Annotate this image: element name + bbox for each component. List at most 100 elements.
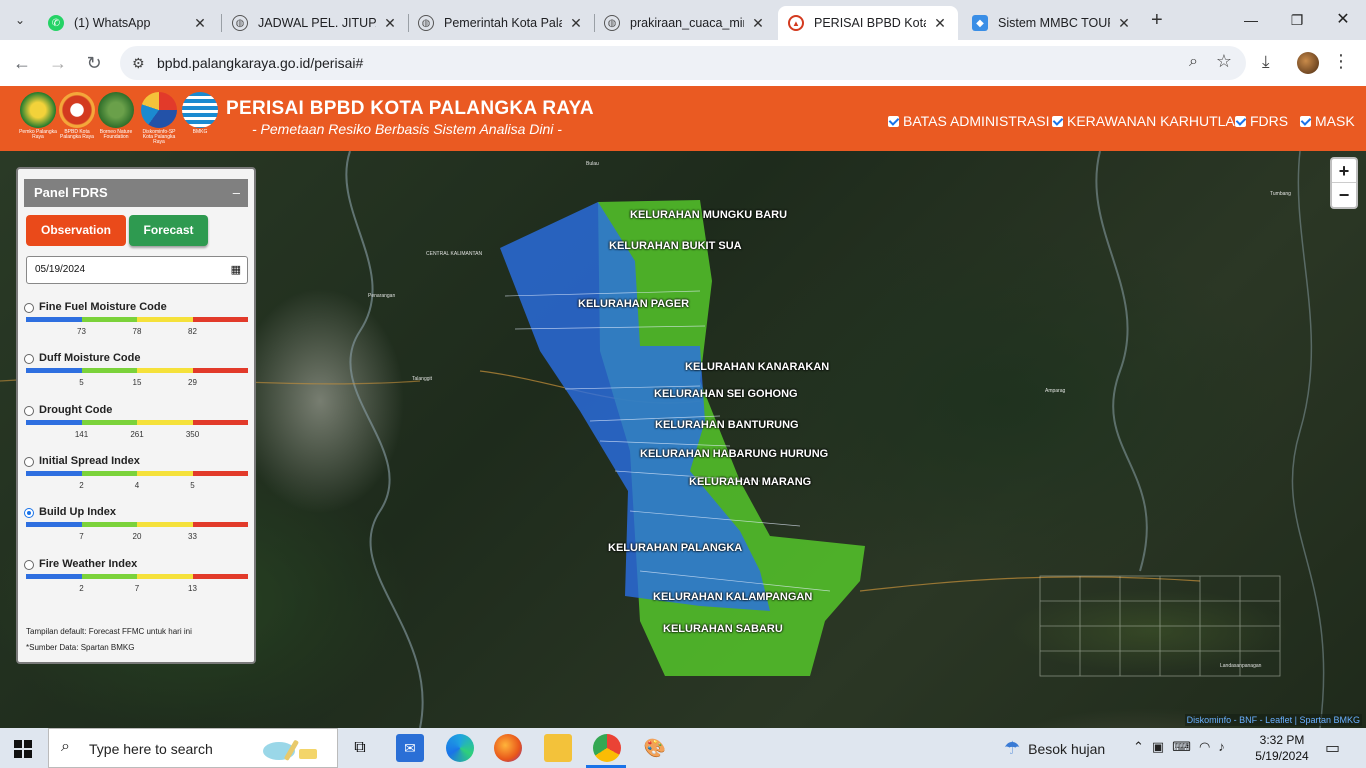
tab-whatsapp[interactable]: ✆ (1) WhatsApp ✕ — [38, 6, 218, 40]
toggle-kerawanan-karhutla[interactable]: KERAWANAN KARHUTLA — [1052, 113, 1235, 129]
windows-start-icon[interactable] — [14, 740, 32, 758]
close-tab-icon[interactable]: ✕ — [568, 15, 584, 32]
zoom-out-button[interactable]: − — [1332, 183, 1356, 207]
toggle-mask[interactable]: MASK — [1300, 113, 1355, 129]
index-name: Drought Code — [39, 403, 113, 416]
observation-button[interactable]: Observation — [26, 215, 126, 246]
whatsapp-icon: ✆ — [48, 15, 64, 31]
index-radio[interactable] — [24, 303, 34, 313]
meet-now-icon[interactable]: ▣ — [1152, 739, 1172, 754]
tab-sistem-mmbc[interactable]: ◆ Sistem MMBC TOUR ✕ — [962, 6, 1142, 40]
threshold-value: 2 — [79, 583, 84, 593]
collapse-button[interactable]: – — [233, 179, 240, 207]
minimize-icon[interactable]: — — [1228, 6, 1274, 34]
index-radio[interactable] — [24, 456, 34, 467]
checkbox[interactable] — [1052, 115, 1063, 127]
tab-pemerintah-kota[interactable]: ◍ Pemerintah Kota Pala ✕ — [408, 6, 594, 40]
bpbd-icon: ▲ — [788, 15, 804, 31]
site-settings-icon[interactable]: ⚙ — [132, 55, 145, 72]
index-radio[interactable] — [24, 508, 34, 519]
index-color-scale — [26, 470, 248, 476]
index-thresholds: 2 4 5 — [26, 481, 248, 491]
close-tab-icon[interactable]: ✕ — [192, 15, 208, 32]
address-toolbar: ← → ↻ ⚙ bpbd.palangkaraya.go.id/perisai#… — [0, 40, 1366, 86]
back-icon[interactable]: ← — [10, 51, 34, 75]
taskbar-search[interactable]: ⌕ Type here to search — [48, 728, 338, 768]
toggle-batas-administrasi[interactable]: BATAS ADMINISTRASI — [888, 113, 1050, 129]
index-thresholds: 141 261 350 — [26, 430, 248, 440]
rain-umbrella-icon: ☂ — [1004, 738, 1021, 758]
firefox-icon[interactable] — [494, 734, 522, 762]
notification-icon[interactable]: ▭ — [1325, 738, 1340, 758]
threshold-value: 2 — [79, 480, 84, 490]
kelurahan-label[interactable]: KELURAHAN KANARAKAN — [685, 361, 829, 373]
forward-icon[interactable]: → — [46, 51, 70, 75]
checkbox[interactable] — [888, 115, 899, 127]
index-radio[interactable] — [24, 405, 34, 416]
calendar-icon[interactable]: ▦ — [231, 257, 241, 283]
tab-prakiraan-cuaca[interactable]: ◍ prakiraan_cuaca_ming ✕ — [594, 6, 776, 40]
kelurahan-label[interactable]: KELURAHAN BANTURUNG — [655, 419, 799, 431]
url-text[interactable]: bpbd.palangkaraya.go.id/perisai# — [157, 55, 363, 71]
kelurahan-label[interactable]: KELURAHAN HABARUNG HURUNG — [640, 448, 828, 460]
close-tab-icon[interactable]: ✕ — [750, 15, 766, 32]
index-name: Fire Weather Index — [39, 557, 138, 570]
bpbd-logo — [59, 92, 95, 128]
index-thresholds: 5 15 29 — [26, 378, 248, 388]
date-input[interactable]: 05/19/2024 ▦ — [26, 256, 248, 284]
checkbox[interactable] — [1300, 115, 1311, 127]
kelurahan-label[interactable]: KELURAHAN PALANGKA — [608, 542, 742, 554]
weather-widget[interactable]: ☂ Besok hujan — [1004, 738, 1105, 759]
app-header: Pemko Palangka Raya BPBD Kota Palangka R… — [0, 86, 1366, 151]
index-radio[interactable] — [24, 559, 34, 570]
tab-search-button[interactable]: ⌄ — [8, 8, 32, 32]
omnibox[interactable]: ⚙ bpbd.palangkaraya.go.id/perisai# ⌕ ☆ — [120, 46, 1246, 80]
close-tab-icon[interactable]: ✕ — [932, 15, 948, 32]
new-tab-button[interactable]: + — [1151, 9, 1163, 32]
chrome-icon[interactable] — [593, 734, 621, 762]
panel-title: Panel FDRS — [34, 185, 108, 200]
reload-icon[interactable]: ↻ — [82, 51, 106, 75]
language-icon[interactable]: ⌨ — [1172, 739, 1199, 754]
wifi-icon[interactable]: ◠ — [1199, 739, 1218, 754]
file-explorer-icon[interactable] — [544, 734, 572, 762]
toggle-fdrs[interactable]: FDRS — [1235, 113, 1288, 129]
profile-avatar[interactable] — [1297, 52, 1319, 74]
edge-browser-icon[interactable] — [446, 734, 474, 762]
map-attribution[interactable]: Diskominfo - BNF - Leaflet | Spartan BMK… — [1184, 714, 1362, 726]
menu-kebab-icon[interactable]: ⋮ — [1332, 51, 1350, 72]
restore-icon[interactable]: ❐ — [1274, 6, 1320, 34]
index-color-scale — [26, 573, 248, 579]
clock[interactable]: 3:32 PM 5/19/2024 — [1252, 732, 1312, 764]
paint-app-icon[interactable]: 🎨 — [641, 734, 669, 762]
mail-app-icon[interactable]: ✉ — [396, 734, 424, 762]
chevron-up-icon[interactable]: ⌃ — [1133, 739, 1152, 754]
index-radio[interactable] — [24, 354, 34, 365]
kelurahan-label[interactable]: KELURAHAN SEI GOHONG — [654, 388, 798, 400]
close-tab-icon[interactable]: ✕ — [382, 15, 398, 32]
forecast-button[interactable]: Forecast — [129, 215, 208, 246]
zoom-icon[interactable]: ⌕ — [1189, 53, 1198, 71]
system-tray[interactable]: ⌃▣⌨◠♪ — [1133, 739, 1233, 755]
kelurahan-label[interactable]: KELURAHAN MUNGKU BARU — [630, 209, 787, 221]
zoom-in-button[interactable]: + — [1332, 159, 1356, 183]
kelurahan-label[interactable]: KELURAHAN PAGER — [578, 298, 689, 310]
download-icon[interactable]: ⤓ — [1262, 52, 1270, 72]
volume-icon[interactable]: ♪ — [1218, 739, 1233, 754]
index-name: Fine Fuel Moisture Code — [39, 301, 167, 313]
tab-perisai-bpbd[interactable]: ▲ PERISAI BPBD Kota P ✕ — [778, 6, 958, 40]
checkbox[interactable] — [1235, 115, 1246, 127]
tab-jadwal[interactable]: ◍ JADWAL PEL. JITUPAS ✕ — [222, 6, 408, 40]
kelurahan-label[interactable]: KELURAHAN MARANG — [689, 476, 811, 488]
bookmark-star-icon[interactable]: ☆ — [1216, 51, 1232, 72]
threshold-value: 4 — [134, 480, 140, 490]
kelurahan-label[interactable]: KELURAHAN BUKIT SUA — [609, 240, 742, 252]
close-window-icon[interactable]: ✕ — [1320, 6, 1366, 34]
kelurahan-label[interactable]: KELURAHAN SABARU — [663, 623, 783, 635]
close-tab-icon[interactable]: ✕ — [1116, 15, 1132, 32]
task-view-icon[interactable]: ⧉ — [346, 734, 374, 762]
threshold-value: 5 — [190, 480, 195, 490]
town-label: Landasanpanagan — [1220, 663, 1262, 669]
kelurahan-label[interactable]: KELURAHAN KALAMPANGAN — [653, 591, 812, 603]
fdrs-panel: Panel FDRS – Observation Forecast 05/19/… — [16, 167, 256, 664]
